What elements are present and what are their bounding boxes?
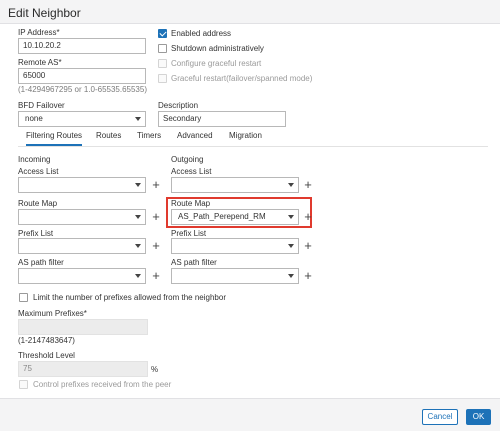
chevron-down-icon xyxy=(135,215,141,219)
tab-divider xyxy=(18,146,488,147)
add-incoming-access-list-icon[interactable]: + xyxy=(151,178,161,191)
remote-as-label: Remote AS* xyxy=(18,58,62,67)
threshold-level-input[interactable]: 75 xyxy=(18,361,148,377)
incoming-header: Incoming xyxy=(18,155,51,164)
incoming-access-list-label: Access List xyxy=(18,167,59,176)
outgoing-as-path-select[interactable] xyxy=(171,268,299,284)
outgoing-route-map-label: Route Map xyxy=(171,199,211,208)
description-label: Description xyxy=(158,101,199,110)
graceful-restart-checkbox[interactable] xyxy=(158,59,167,68)
add-outgoing-route-map-icon[interactable]: + xyxy=(303,210,313,223)
graceful-restart-label: Configure graceful restart xyxy=(171,59,262,68)
tab-timers[interactable]: Timers xyxy=(137,131,161,141)
ip-address-input[interactable]: 10.10.20.2 xyxy=(18,38,146,54)
chevron-down-icon xyxy=(288,244,294,248)
graceful-failover-label: Graceful restart(failover/spanned mode) xyxy=(171,74,313,83)
tab-routes[interactable]: Routes xyxy=(96,131,121,141)
threshold-level-label: Threshold Level xyxy=(18,351,75,360)
shutdown-label: Shutdown administratively xyxy=(171,44,264,53)
chevron-down-icon xyxy=(135,244,141,248)
outgoing-access-list-label: Access List xyxy=(171,167,212,176)
maximum-prefixes-label: Maximum Prefixes* xyxy=(18,309,87,318)
control-prefixes-label: Control prefixes received from the peer xyxy=(33,380,172,389)
graceful-failover-checkbox[interactable] xyxy=(158,74,167,83)
chevron-down-icon xyxy=(288,183,294,187)
ip-address-label: IP Address* xyxy=(18,28,60,37)
tab-advanced[interactable]: Advanced xyxy=(177,131,213,141)
outgoing-route-map-select[interactable]: AS_Path_Perepend_RM xyxy=(171,209,299,225)
cancel-button[interactable]: Cancel xyxy=(422,409,458,425)
dialog-titlebar: Edit Neighbor xyxy=(0,0,500,24)
add-incoming-route-map-icon[interactable]: + xyxy=(151,210,161,223)
bfd-failover-label: BFD Failover xyxy=(18,101,65,110)
outgoing-header: Outgoing xyxy=(171,155,204,164)
incoming-route-map-select[interactable] xyxy=(18,209,146,225)
shutdown-checkbox[interactable] xyxy=(158,44,167,53)
add-outgoing-access-list-icon[interactable]: + xyxy=(303,178,313,191)
add-outgoing-as-path-icon[interactable]: + xyxy=(303,269,313,282)
control-prefixes-checkbox[interactable] xyxy=(19,380,28,389)
outgoing-access-list-select[interactable] xyxy=(171,177,299,193)
remote-as-input[interactable]: 65000 xyxy=(18,68,146,84)
outgoing-prefix-list-select[interactable] xyxy=(171,238,299,254)
incoming-route-map-label: Route Map xyxy=(18,199,58,208)
outgoing-as-path-label: AS path filter xyxy=(171,258,217,267)
dialog-title: Edit Neighbor xyxy=(8,6,81,20)
enabled-address-checkbox[interactable] xyxy=(158,29,167,38)
limit-prefixes-label: Limit the number of prefixes allowed fro… xyxy=(33,293,226,302)
bfd-failover-select[interactable]: none xyxy=(18,111,146,127)
remote-as-hint: (1-4294967295 or 1.0-65535.65535) xyxy=(18,85,147,94)
chevron-down-icon xyxy=(288,274,294,278)
bfd-failover-value: none xyxy=(25,114,43,123)
description-input[interactable]: Secondary xyxy=(158,111,286,127)
chevron-down-icon xyxy=(135,183,141,187)
incoming-as-path-select[interactable] xyxy=(18,268,146,284)
maximum-prefixes-hint: (1-2147483647) xyxy=(18,336,75,345)
chevron-down-icon xyxy=(135,117,141,121)
maximum-prefixes-input[interactable] xyxy=(18,319,148,335)
add-incoming-as-path-icon[interactable]: + xyxy=(151,269,161,282)
tab-filtering-routes[interactable]: Filtering Routes xyxy=(26,131,83,146)
outgoing-route-map-value: AS_Path_Perepend_RM xyxy=(178,212,266,221)
limit-prefixes-checkbox[interactable] xyxy=(19,293,28,302)
chevron-down-icon xyxy=(288,215,294,219)
ok-button[interactable]: OK xyxy=(466,409,491,425)
add-outgoing-prefix-list-icon[interactable]: + xyxy=(303,239,313,252)
percent-label: % xyxy=(151,365,159,374)
incoming-as-path-label: AS path filter xyxy=(18,258,64,267)
incoming-access-list-select[interactable] xyxy=(18,177,146,193)
enabled-address-label: Enabled address xyxy=(171,29,232,38)
chevron-down-icon xyxy=(135,274,141,278)
incoming-prefix-list-select[interactable] xyxy=(18,238,146,254)
add-incoming-prefix-list-icon[interactable]: + xyxy=(151,239,161,252)
tab-migration[interactable]: Migration xyxy=(229,131,262,141)
